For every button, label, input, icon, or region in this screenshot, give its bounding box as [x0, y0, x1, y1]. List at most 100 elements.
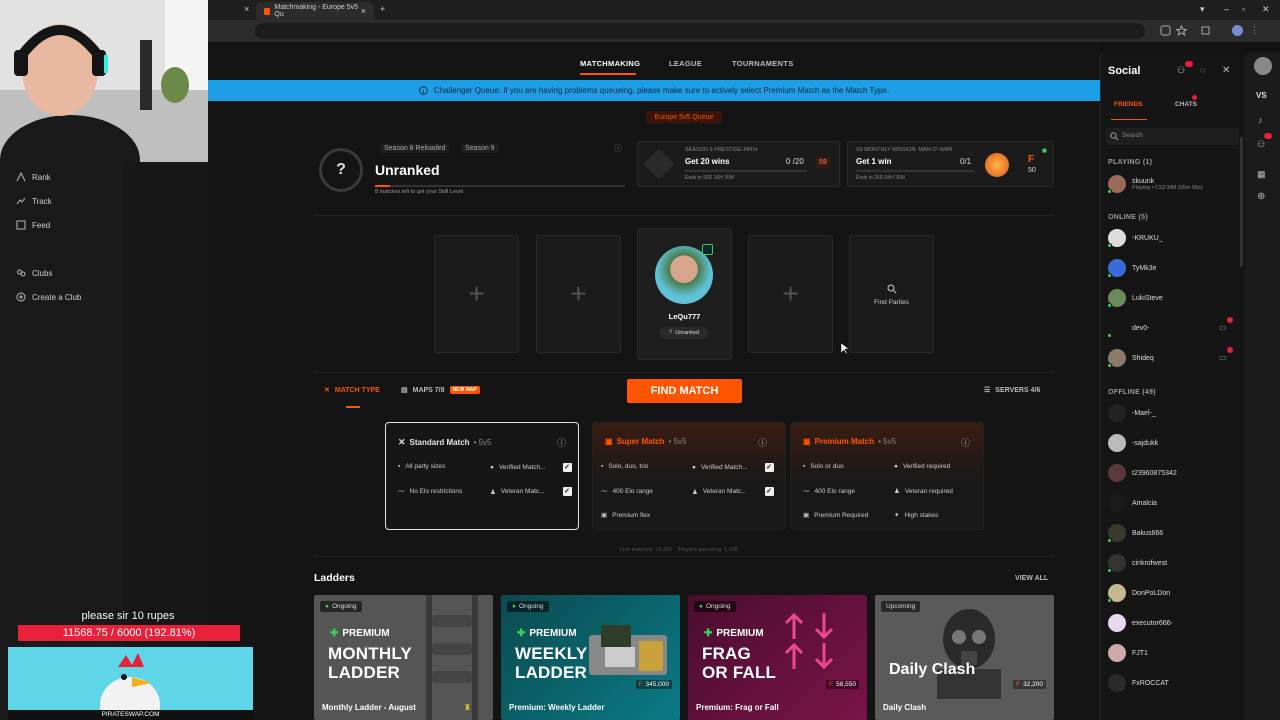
tab-matchmaking[interactable]: MATCHMAKING — [580, 59, 640, 68]
browser-tab-active[interactable]: Matchmaking - Europe 5v5 Qu × — [256, 2, 374, 20]
minimize-icon[interactable]: – — [1224, 4, 1229, 14]
add-icon[interactable]: ⊕ — [1257, 191, 1265, 202]
view-all-link[interactable]: VIEW ALL — [1015, 575, 1048, 582]
premium-match-card[interactable]: ▣ Premium Match • 5v5 ⓘ ▪ Solo or duo ● Veri… — [790, 422, 984, 530]
standard-match-card[interactable]: ✕ Standard Match • 5v5 ⓘ ▪ All party sizes … — [385, 422, 579, 530]
extensions-icon[interactable] — [1200, 25, 1211, 36]
match-feature[interactable]: ● Verified Match... ✓ — [490, 463, 572, 472]
mission-medal-icon — [985, 153, 1009, 177]
ladder-art-title: Daily Clash — [889, 661, 976, 678]
friend-row[interactable]: Amalcia — [1108, 494, 1157, 512]
chrome-profile-icon[interactable]: ▾ — [1200, 4, 1205, 15]
friend-row[interactable]: dev0- — [1107, 319, 1150, 338]
friend-row[interactable]: cinkrofwest — [1107, 554, 1167, 573]
nav-item-track[interactable]: Track — [16, 196, 52, 206]
nav-item-feed[interactable]: Feed — [16, 220, 50, 230]
servers-tab[interactable]: ☰ SERVERS 4/6 — [984, 386, 1041, 395]
checkbox-checked[interactable]: ✓ — [764, 463, 774, 472]
match-type-tab[interactable]: ✕ MATCH TYPE — [324, 386, 380, 395]
checkbox-checked[interactable]: ✓ — [562, 487, 572, 496]
tab-tournaments[interactable]: TOURNAMENTS — [732, 59, 794, 68]
friend-row[interactable]: Shideq — [1107, 349, 1154, 368]
maximize-icon[interactable]: ▫ — [1242, 4, 1245, 14]
url-input[interactable] — [255, 23, 1145, 39]
friend-search-input[interactable]: Search — [1106, 128, 1239, 145]
friend-row[interactable]: DonPoLDon — [1107, 584, 1170, 603]
bell-icon[interactable]: ♪ — [1258, 115, 1263, 125]
nav-item-create-club[interactable]: Create a Club — [16, 292, 81, 302]
find-match-button[interactable]: FIND MATCH — [627, 379, 742, 403]
season-tab-b[interactable]: Season 9 — [462, 144, 498, 153]
party-icon[interactable]: ▦ — [1257, 169, 1266, 180]
close-window-icon[interactable]: ✕ — [1262, 4, 1270, 15]
rank-info-icon[interactable]: ⓘ — [614, 143, 622, 154]
party-slot-add[interactable]: + — [536, 235, 621, 353]
info-icon[interactable]: ⓘ — [961, 436, 970, 449]
match-feature: ▪ Solo, duo, trio — [601, 463, 648, 470]
nav-item-rank[interactable]: Rank — [16, 172, 51, 182]
standard-match-title: ✕ Standard Match • 5v5 — [398, 437, 491, 448]
prestige-path-card[interactable]: SEASON 9 PRESTIGE PATH Get 20 wins 0 /20… — [637, 141, 840, 187]
tab-friends[interactable]: FRIENDS — [1114, 101, 1143, 108]
friends-icon[interactable]: ⚇ — [1257, 139, 1265, 150]
crossed-swords-icon: ✕ — [398, 437, 406, 447]
chat-icon[interactable]: ▭ — [1219, 323, 1227, 332]
chrome-menu-icon[interactable]: ⋮ — [1250, 25, 1261, 36]
friend-row[interactable]: FJT1 — [1108, 644, 1148, 662]
close-panel-icon[interactable]: ✕ — [1222, 65, 1230, 76]
tab-league[interactable]: LEAGUE — [669, 59, 702, 68]
nav-label: Rank — [32, 172, 51, 182]
friend-row[interactable]: skuunk Playing • CS2 MM (05m 05s) — [1107, 175, 1203, 194]
checkbox-checked[interactable]: ✓ — [562, 463, 572, 472]
bookmark-star-icon[interactable] — [1176, 25, 1187, 36]
maps-tab[interactable]: ▤ MAPS 7/8 NEW MAP — [401, 386, 480, 394]
tag-label: PREMIUM — [529, 628, 577, 639]
monthly-mission-card[interactable]: S9 MONTHLY MISSION: MAN-O'-WAR Get 1 win… — [847, 141, 1054, 187]
friend-row[interactable]: LukiSteve — [1107, 289, 1163, 308]
add-friend-icon[interactable]: ⚇ — [1177, 65, 1185, 76]
find-parties-card[interactable]: Find Parties — [849, 235, 934, 353]
chat-bubble-icon[interactable]: ◌ — [1200, 65, 1205, 75]
party-slot-add[interactable]: + — [434, 235, 519, 353]
ladder-card[interactable]: ● Ongoing ✚ PREMIUM FRAG OR FALL F 58,550 P… — [688, 595, 867, 720]
super-match-card[interactable]: ▣ Super Match • 5v5 ⓘ ▪ Solo, duo, trio ● Ve… — [592, 422, 786, 530]
prestige-count: 0 /20 — [786, 157, 804, 166]
status-label: Ongoing — [518, 603, 544, 610]
new-tab-button[interactable]: + — [380, 4, 385, 14]
match-feature[interactable]: ♟ Veteran Matc... ✓ — [490, 487, 572, 496]
streamer-webcam — [0, 0, 208, 162]
friend-row[interactable]: Bakus666 — [1107, 524, 1163, 543]
friend-avatar — [1108, 614, 1126, 632]
social-scrollbar[interactable] — [1240, 137, 1243, 267]
nav-item-clubs[interactable]: Clubs — [16, 268, 52, 278]
checkbox-checked[interactable]: ✓ — [764, 487, 774, 496]
friend-row[interactable]: TyMk3e — [1107, 259, 1157, 278]
match-feature[interactable]: ♟ Veteran Matc... ✓ — [692, 487, 774, 496]
match-feature[interactable]: ● Verified Match... ✓ — [692, 463, 774, 472]
friend-avatar — [1107, 584, 1126, 603]
close-tab-icon[interactable]: × — [361, 6, 366, 16]
friend-row[interactable]: -Mael-_ — [1108, 404, 1156, 422]
season-tab-a[interactable]: Season 8 Reloaded — [381, 144, 449, 153]
profile-avatar[interactable] — [1232, 25, 1243, 36]
friend-row[interactable]: executor666- — [1108, 614, 1173, 632]
translate-icon[interactable] — [1160, 25, 1171, 36]
close-tab-icon[interactable]: × — [244, 4, 249, 14]
friend-row[interactable]: FxROCCAT — [1108, 674, 1169, 692]
friend-row[interactable]: -sajdukk — [1108, 434, 1158, 452]
tab-chats[interactable]: CHATS — [1175, 101, 1197, 108]
ladder-card[interactable]: ● Ongoing ✚ PREMIUM MONTHLY LADDER Monthly… — [314, 595, 493, 720]
friend-row[interactable]: t23960875342 — [1108, 464, 1177, 482]
ladder-card[interactable]: Upcoming Daily Clash F 32,200 Daily Clash — [875, 595, 1054, 720]
friend-name: -Mael-_ — [1132, 409, 1156, 417]
party-slot-player[interactable]: LeQu777 ? Unranked — [637, 228, 732, 360]
user-avatar[interactable] — [1254, 57, 1272, 75]
friend-row[interactable]: -KRUKU_ — [1107, 229, 1163, 248]
challenger-banner: Challenger Queue: If you are having prob… — [208, 80, 1100, 101]
servers-label: SERVERS 4/6 — [995, 386, 1041, 394]
info-icon[interactable]: ⓘ — [758, 436, 767, 449]
ladder-card[interactable]: ● Ongoing ✚ PREMIUM WEEKLY LADDER F 345,000… — [501, 595, 680, 720]
party-slot-add[interactable]: + — [748, 235, 833, 353]
chat-icon[interactable]: ▭ — [1219, 353, 1227, 362]
info-icon[interactable]: ⓘ — [557, 436, 566, 449]
